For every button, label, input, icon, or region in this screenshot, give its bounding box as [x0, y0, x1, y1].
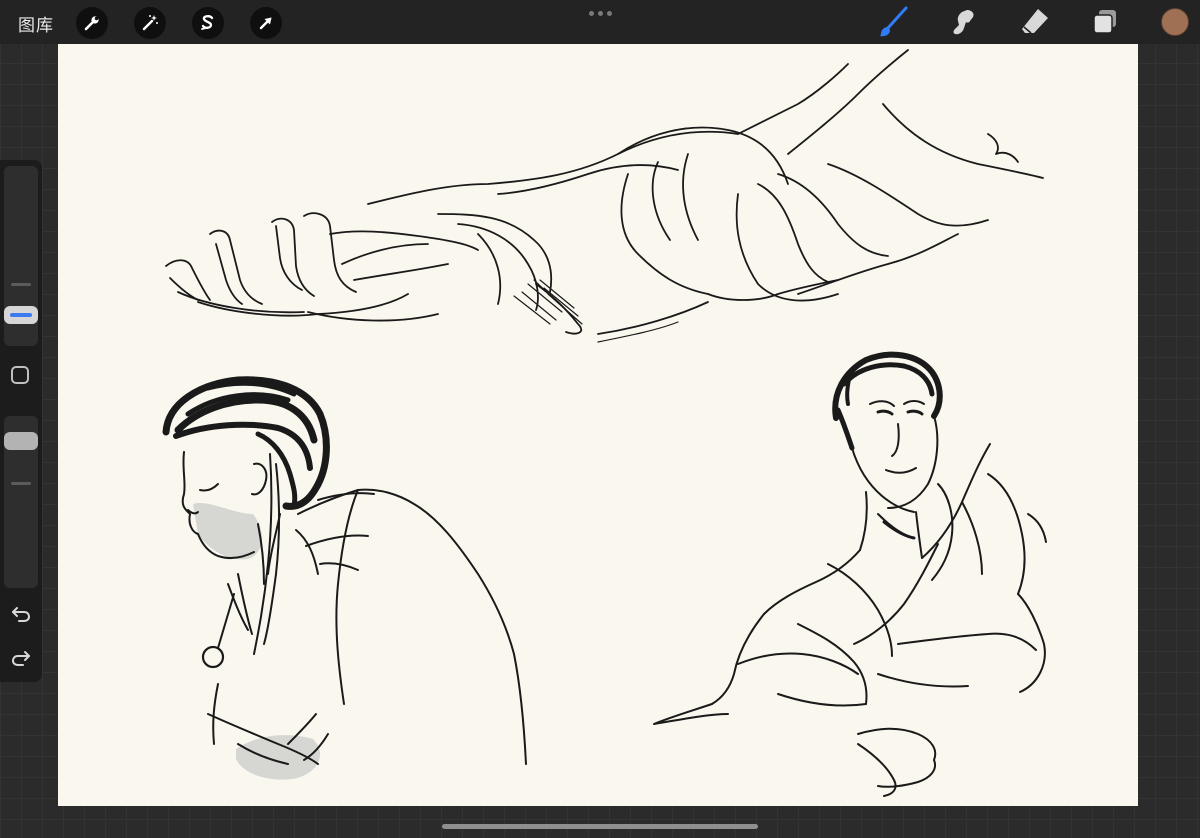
doctor-sketch — [162, 376, 527, 765]
layers-button[interactable] — [1088, 5, 1122, 39]
dot — [588, 10, 594, 16]
home-indicator — [442, 824, 758, 829]
redo-button[interactable] — [9, 646, 33, 670]
transform-arrow-icon — [259, 17, 272, 30]
color-picker-button[interactable] — [1161, 8, 1189, 36]
brush-size-thumb[interactable] — [4, 306, 38, 324]
top-toolbar: 图库 — [0, 0, 1200, 44]
eraser-icon — [1022, 9, 1048, 34]
slider-tick — [11, 283, 31, 286]
redo-icon — [11, 651, 30, 666]
arm-sketch — [165, 49, 1044, 343]
selection-button[interactable] — [192, 7, 224, 39]
slider-tick — [11, 482, 31, 485]
sketch-artwork — [162, 49, 1047, 797]
man-sketch — [653, 351, 1047, 797]
smudge-icon — [953, 10, 974, 35]
opacity-thumb[interactable] — [4, 432, 38, 450]
brush-tool-button[interactable] — [876, 5, 910, 39]
adjustments-button[interactable] — [134, 7, 166, 39]
selection-icon — [201, 15, 214, 30]
dot — [606, 10, 612, 16]
wrench-icon — [84, 16, 99, 31]
brush-size-indicator — [10, 313, 32, 317]
drawing-canvas[interactable] — [58, 44, 1138, 806]
smudge-tool-button[interactable] — [947, 5, 981, 39]
transform-button[interactable] — [250, 7, 282, 39]
dot — [597, 10, 603, 16]
undo-button[interactable] — [9, 602, 33, 626]
eraser-tool-button[interactable] — [1018, 5, 1052, 39]
brush-sidebar — [0, 160, 42, 682]
magic-wand-icon — [142, 15, 158, 31]
layers-icon — [1093, 10, 1116, 34]
actions-wrench-button[interactable] — [76, 7, 108, 39]
brush-icon — [879, 6, 908, 37]
more-options-button[interactable] — [586, 8, 614, 18]
gallery-button[interactable]: 图库 — [18, 11, 54, 36]
face-shading — [193, 502, 263, 560]
modify-button[interactable] — [11, 366, 29, 384]
undo-icon — [12, 607, 31, 622]
